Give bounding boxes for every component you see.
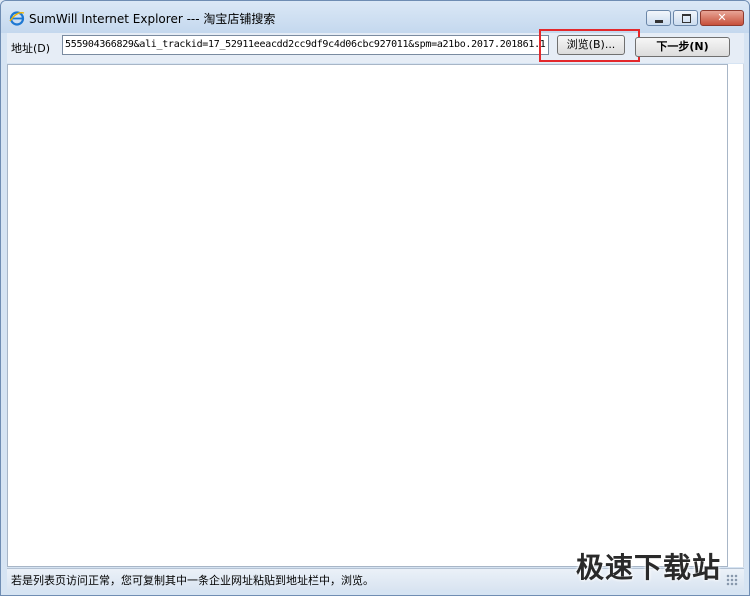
close-icon: ✕ <box>717 11 727 24</box>
ie-icon <box>9 10 25 26</box>
app-window: SumWill Internet Explorer --- 淘宝店铺搜索 ✕ 地… <box>0 0 750 596</box>
vertical-scrollbar[interactable] <box>728 64 744 567</box>
address-label: 地址(D) <box>11 42 51 55</box>
next-step-button[interactable]: 下一步(N) <box>635 37 730 57</box>
watermark-text: 极速下载站 <box>576 551 722 584</box>
minimize-button[interactable] <box>646 10 671 26</box>
minimize-icon <box>655 20 663 23</box>
address-input[interactable]: 555904366829&ali_trackid=17_52911eeacdd2… <box>62 35 549 55</box>
window-title: SumWill Internet Explorer --- 淘宝店铺搜索 <box>29 12 276 26</box>
maximize-button[interactable] <box>673 10 698 26</box>
window-controls: ✕ <box>644 10 744 27</box>
highlight-annotation <box>539 29 640 62</box>
status-text: 若是列表页访问正常，您可复制其中一条企业网址粘贴到地址栏中，浏览。 <box>11 574 374 587</box>
close-button[interactable]: ✕ <box>700 10 744 26</box>
browser-content-area[interactable] <box>7 64 728 567</box>
resize-grip-icon[interactable] <box>726 574 738 586</box>
maximize-icon <box>682 14 691 23</box>
